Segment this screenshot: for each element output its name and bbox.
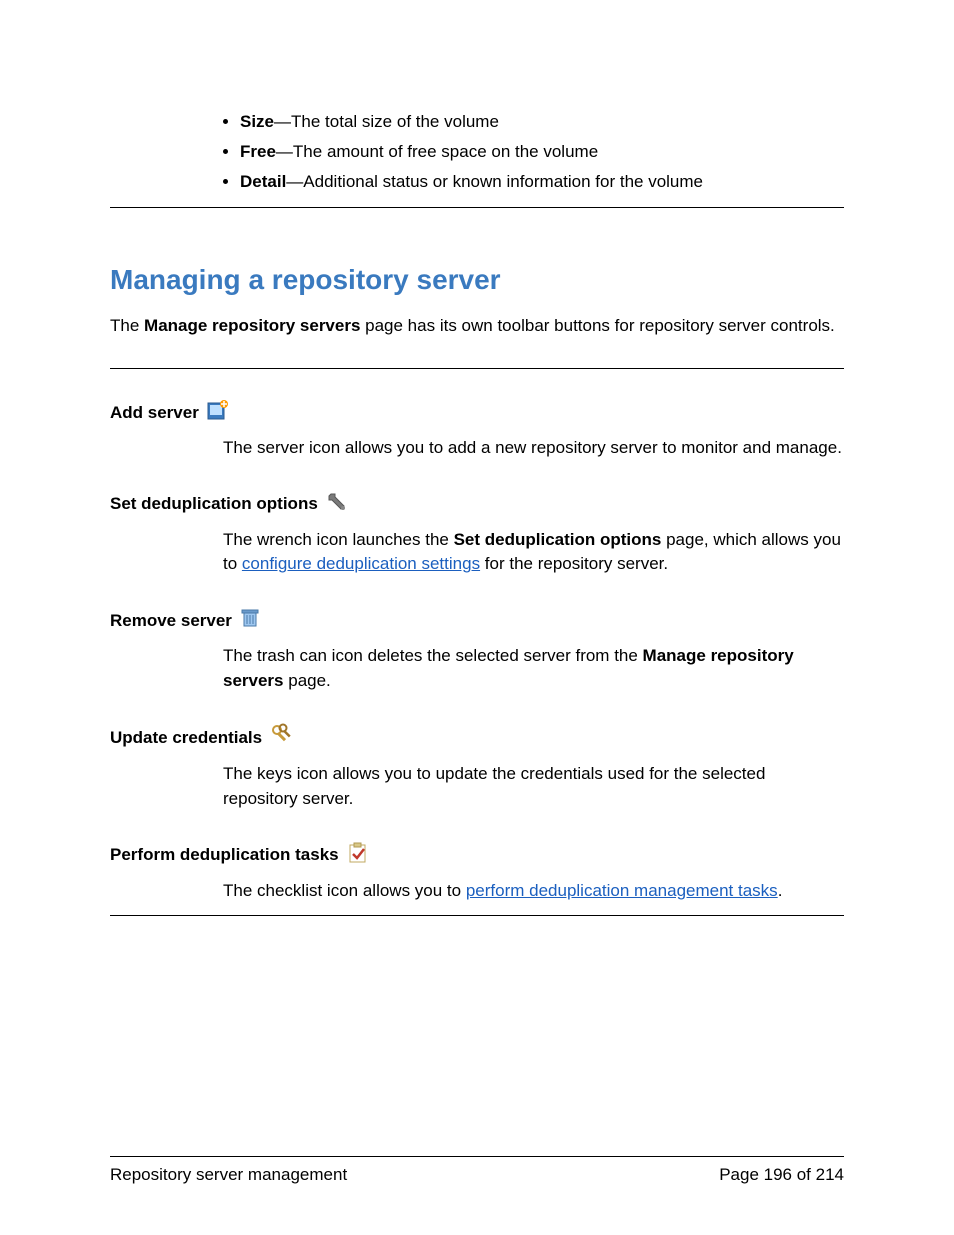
page-footer: Repository server management Page 196 of… [110,1156,844,1185]
bullet-list: Size—The total size of the volume Free—T… [240,110,844,193]
perform-dedup-suffix: . [778,881,783,900]
bullet-item: Free—The amount of free space on the vol… [240,140,844,164]
footer-right: Page 196 of 214 [719,1165,844,1185]
perform-dedup-link[interactable]: perform deduplication management tasks [466,881,778,900]
bullet-desc: —The total size of the volume [274,112,499,131]
set-dedup-bold: Set deduplication options [454,530,662,549]
add-server-label: Add server [110,403,199,423]
set-dedup-title-row: Set deduplication options [110,491,348,518]
bullet-item: Size—The total size of the volume [240,110,844,134]
perform-dedup-title-row: Perform deduplication tasks [110,842,369,869]
set-dedup-prefix: The wrench icon launches the [223,530,454,549]
add-server-title-row: Add server [110,399,229,426]
perform-dedup-label: Perform deduplication tasks [110,845,339,865]
page-heading: Managing a repository server [110,264,844,296]
perform-dedup-desc: The checklist icon allows you to perform… [223,879,844,904]
trash-icon [240,607,260,634]
bullet-term: Size [240,112,274,131]
section-divider [110,207,844,208]
update-creds-desc: The keys icon allows you to update the c… [223,762,844,811]
keys-icon [270,723,294,752]
configure-dedup-link[interactable]: configure deduplication settings [242,554,480,573]
update-creds-title-row: Update credentials [110,723,294,752]
bullet-desc: —The amount of free space on the volume [276,142,598,161]
intro-suffix: page has its own toolbar buttons for rep… [360,316,834,335]
intro-paragraph: The Manage repository servers page has i… [110,314,844,338]
bullet-term: Detail [240,172,286,191]
footer-left: Repository server management [110,1165,347,1185]
intro-bold: Manage repository servers [144,316,360,335]
checklist-icon [347,842,369,869]
section-divider [110,915,844,916]
remove-server-suffix: page. [284,671,331,690]
set-dedup-suffix: for the repository server. [480,554,668,573]
intro-prefix: The [110,316,144,335]
add-server-icon [207,399,229,426]
update-creds-label: Update credentials [110,728,262,748]
remove-server-title-row: Remove server [110,607,260,634]
add-server-desc: The server icon allows you to add a new … [223,436,844,461]
remove-server-prefix: The trash can icon deletes the selected … [223,646,643,665]
bullet-item: Detail—Additional status or known inform… [240,170,844,194]
section-divider [110,368,844,369]
bullet-term: Free [240,142,276,161]
set-dedup-desc: The wrench icon launches the Set dedupli… [223,528,844,577]
wrench-icon [326,491,348,518]
remove-server-desc: The trash can icon deletes the selected … [223,644,844,693]
remove-server-label: Remove server [110,611,232,631]
bullet-desc: —Additional status or known information … [286,172,703,191]
perform-dedup-prefix: The checklist icon allows you to [223,881,466,900]
set-dedup-label: Set deduplication options [110,494,318,514]
